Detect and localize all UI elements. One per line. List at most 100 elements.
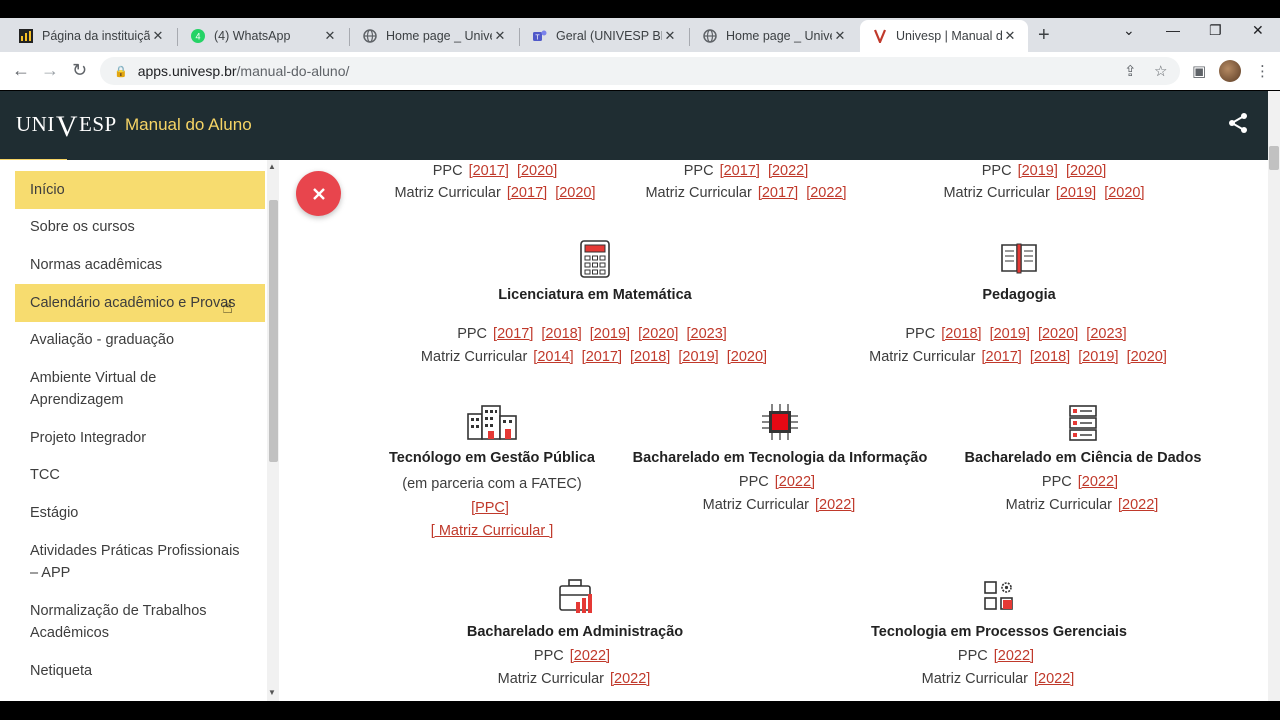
- address-bar[interactable]: 🔒 apps.univesp.br/manual-do-aluno/: [100, 57, 1180, 85]
- close-icon[interactable]: ✕: [322, 28, 338, 44]
- menu-dots-icon[interactable]: ⋮: [1255, 62, 1270, 80]
- matriz-link[interactable]: [2018]: [1030, 349, 1070, 365]
- sidebar-item-label: Normalização de Trabalhos Acadêmicos: [30, 602, 207, 642]
- tab-search-icon[interactable]: ⌄: [1123, 22, 1135, 39]
- matriz-link[interactable]: [2019]: [1056, 185, 1096, 201]
- ppc-link[interactable]: [2023]: [686, 326, 726, 342]
- matriz-link[interactable]: [2017]: [758, 185, 798, 201]
- close-icon: [312, 187, 325, 200]
- sidebar-item-label: Avaliação - graduação: [30, 332, 175, 349]
- matriz-link[interactable]: [2020]: [555, 185, 595, 201]
- ppc-link[interactable]: [2023]: [1086, 326, 1126, 342]
- ppc-link[interactable]: [2022]: [768, 163, 808, 179]
- sidebar-item-netiqueta[interactable]: Netiqueta: [15, 652, 265, 690]
- sidebar-item-estagio[interactable]: Estágio: [15, 494, 265, 532]
- close-icon[interactable]: ✕: [662, 28, 678, 44]
- new-tab-icon[interactable]: +: [1038, 24, 1050, 47]
- reload-icon[interactable]: ↻: [72, 60, 87, 81]
- ppc-link[interactable]: [2017]: [469, 163, 509, 179]
- ppc-link[interactable]: [2018]: [941, 326, 981, 342]
- ppc-link[interactable]: [2017]: [493, 326, 533, 342]
- sidebar-item-label: Estágio: [30, 504, 79, 521]
- ppc-link[interactable]: [2018]: [541, 326, 581, 342]
- matriz-link[interactable]: [2022]: [610, 671, 650, 687]
- matriz-link[interactable]: [2022]: [806, 185, 846, 201]
- matriz-link[interactable]: [2020]: [727, 349, 767, 365]
- ppc-link[interactable]: [2020]: [1066, 163, 1106, 179]
- matriz-link[interactable]: [2022]: [1034, 671, 1074, 687]
- sidebar-item-label: Início: [30, 181, 65, 198]
- ppc-link[interactable]: [2022]: [994, 648, 1034, 664]
- ppc-link[interactable]: [PPC]: [471, 500, 509, 516]
- matriz-link[interactable]: [2019]: [1078, 349, 1118, 365]
- buildings-icon: [467, 405, 517, 440]
- univesp-logo[interactable]: UNIVESP: [16, 105, 117, 143]
- close-menu-button[interactable]: [296, 171, 341, 216]
- minimize-icon[interactable]: —: [1166, 22, 1180, 38]
- tab-title: Home page _ Univesp: [726, 29, 832, 43]
- tab-home-univesp[interactable]: Home page _ Univesp ✕: [350, 20, 518, 52]
- ppc-link[interactable]: [2017]: [720, 163, 760, 179]
- matriz-link[interactable]: [2022]: [1118, 497, 1158, 513]
- sidebar-item-tcc[interactable]: TCC: [15, 457, 265, 494]
- matriz-link[interactable]: [2017]: [582, 349, 622, 365]
- matriz-link[interactable]: [2020]: [1104, 185, 1144, 201]
- ppc-link[interactable]: [2022]: [570, 648, 610, 664]
- tab-whatsapp[interactable]: 4 (4) WhatsApp ✕: [178, 20, 348, 52]
- ppc-link[interactable]: [2019]: [1018, 163, 1058, 179]
- sidebar-item-app[interactable]: Atividades Práticas Profissionais – APP: [15, 532, 265, 592]
- matriz-link[interactable]: [2017]: [981, 349, 1021, 365]
- ppc-link[interactable]: [2020]: [638, 326, 678, 342]
- scroll-up-icon[interactable]: ▲: [268, 162, 276, 171]
- share-icon[interactable]: [1226, 111, 1250, 135]
- close-icon[interactable]: ✕: [832, 28, 848, 44]
- tab-manual-do-aluno[interactable]: Univesp | Manual do A ✕: [860, 20, 1028, 52]
- page-scrollbar[interactable]: [1268, 91, 1280, 701]
- tab-title: Home page _ Univesp: [386, 29, 492, 43]
- sidebar-item-normalizacao[interactable]: Normalização de Trabalhos Acadêmicos: [15, 592, 265, 652]
- ppc-link[interactable]: [2019]: [590, 326, 630, 342]
- server-icon: [1069, 405, 1097, 441]
- chip-icon: [762, 404, 798, 440]
- profile-avatar[interactable]: [1219, 60, 1241, 82]
- sidebar-item-projeto-integrador[interactable]: Projeto Integrador: [15, 419, 265, 457]
- univesp-icon: [872, 28, 888, 44]
- close-icon[interactable]: ✕: [150, 28, 166, 44]
- sidebar-item-ava[interactable]: Ambiente Virtual de Aprendizagem: [15, 359, 265, 419]
- ppc-link[interactable]: [2022]: [1078, 474, 1118, 490]
- ppc-link[interactable]: [2020]: [517, 163, 557, 179]
- gear-grid-icon: [984, 581, 1013, 610]
- matriz-link[interactable]: [2014]: [533, 349, 573, 365]
- side-panel-icon[interactable]: ▣: [1192, 62, 1206, 80]
- browser-toolbar: ← → ↻ 🔒 apps.univesp.br/manual-do-aluno/…: [0, 52, 1280, 90]
- matriz-link[interactable]: [2018]: [630, 349, 670, 365]
- sidebar-item-label: Netiqueta: [30, 662, 93, 679]
- share-page-icon[interactable]: ⇪: [1124, 62, 1137, 80]
- bookmark-star-icon[interactable]: ☆: [1154, 62, 1167, 80]
- course-title: Licenciatura em Matemática: [498, 287, 692, 303]
- ppc-link[interactable]: [2022]: [775, 474, 815, 490]
- tab-instituicao[interactable]: Página da instituição ✕: [6, 20, 176, 52]
- matriz-link[interactable]: [ Matriz Curricular ]: [431, 523, 553, 539]
- matriz-link[interactable]: [2020]: [1127, 349, 1167, 365]
- restore-icon[interactable]: ❐: [1209, 22, 1222, 39]
- back-icon[interactable]: ←: [12, 60, 30, 81]
- forward-icon[interactable]: →: [41, 60, 59, 81]
- sidebar-item-inicio[interactable]: Início: [15, 171, 265, 209]
- matriz-link[interactable]: [2017]: [507, 185, 547, 201]
- scroll-down-icon[interactable]: ▼: [268, 688, 276, 697]
- page-scroll-thumb[interactable]: [1269, 146, 1279, 170]
- window-close-icon[interactable]: ✕: [1252, 22, 1264, 39]
- tab-home-univesp-2[interactable]: Home page _ Univesp ✕: [690, 20, 858, 52]
- sidebar-scroll-thumb[interactable]: [269, 200, 278, 462]
- sidebar-item-normas[interactable]: Normas acadêmicas: [15, 246, 265, 284]
- matriz-link[interactable]: [2019]: [678, 349, 718, 365]
- matriz-link[interactable]: [2022]: [815, 497, 855, 513]
- ppc-link[interactable]: [2019]: [990, 326, 1030, 342]
- sidebar-item-avaliacao[interactable]: Avaliação - graduação: [15, 322, 265, 359]
- ppc-link[interactable]: [2020]: [1038, 326, 1078, 342]
- close-icon[interactable]: ✕: [492, 28, 508, 44]
- tab-teams[interactable]: T Geral (UNIVESP BES) | ✕: [520, 20, 688, 52]
- close-icon[interactable]: ✕: [1002, 28, 1018, 44]
- sidebar-item-sobre-cursos[interactable]: Sobre os cursos: [15, 209, 265, 246]
